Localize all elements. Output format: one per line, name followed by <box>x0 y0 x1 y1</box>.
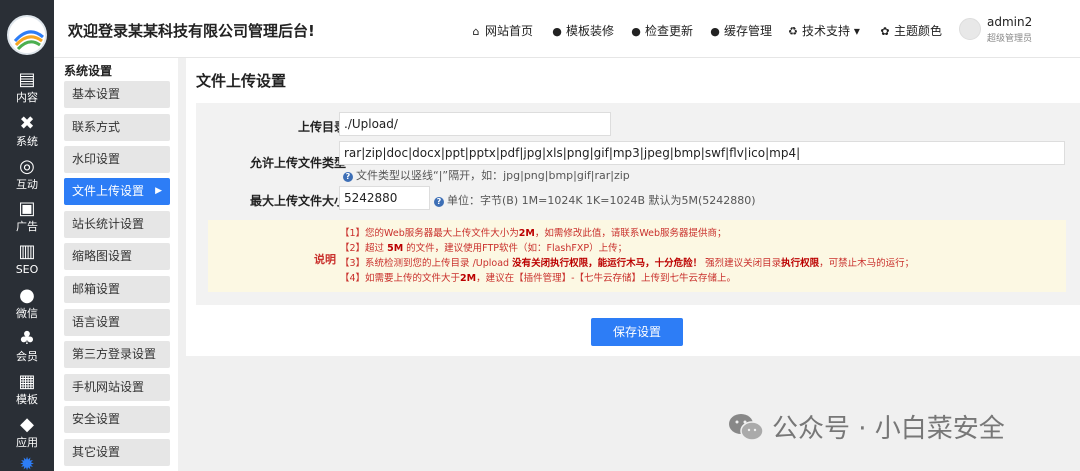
wechat-icon: ● <box>19 285 35 306</box>
avatar[interactable] <box>959 18 981 40</box>
menu-item-security[interactable]: 安全设置 <box>64 406 170 433</box>
logo-icon[interactable] <box>7 15 47 55</box>
template-icon: ▦ <box>18 371 36 392</box>
cache-icon: ● <box>710 25 720 38</box>
top-header: 欢迎登录某某科技有限公司管理后台! ⌂ 网站首页 ● 模板装修 ● 检查更新 ● 缓存管… <box>54 0 1080 58</box>
menu-item-contact[interactable]: 联系方式 <box>64 114 170 141</box>
settings-menu: 系统设置 基本设置 联系方式 水印设置 文件上传设置 ▶ 站长统计设置 缩略图设置… <box>54 58 178 471</box>
menu-item-stats[interactable]: 站长统计设置 <box>64 211 170 238</box>
sidebar-item-ad[interactable]: ▣ 广告 <box>0 199 54 243</box>
member-icon: ♣ <box>18 328 36 349</box>
shirt-icon: ● <box>552 25 562 38</box>
nav-check-update[interactable]: ● 检查更新 <box>630 22 693 39</box>
notice-line-2: 【2】超过 5M 的文件，建议使用FTP软件（如：FlashFXP）上传； <box>340 243 628 254</box>
sidebar-item-seo[interactable]: ▥ SEO <box>0 242 54 286</box>
menu-item-upload[interactable]: 文件上传设置 ▶ <box>64 178 170 205</box>
menu-item-basic[interactable]: 基本设置 <box>64 81 170 108</box>
update-icon: ● <box>631 25 641 38</box>
app-icon: ◆ <box>20 414 34 435</box>
wechat-icon <box>729 414 764 441</box>
user-role: 超级管理员 <box>987 34 1033 44</box>
ad-icon: ▣ <box>18 198 36 219</box>
menu-item-mobile[interactable]: 手机网站设置 <box>64 374 170 401</box>
sidebar-item-app[interactable]: ◆ 应用 <box>0 415 54 459</box>
menu-item-language[interactable]: 语言设置 <box>64 309 170 336</box>
help-icon: ? <box>343 172 353 182</box>
upload-notice: 说明 【1】您的Web服务器最大上传文件大小为2M，如需修改此值，请联系Web服… <box>208 220 1066 292</box>
page-welcome-title: 欢迎登录某某科技有限公司管理后台! <box>68 22 315 40</box>
palette-icon: ✿ <box>880 25 890 38</box>
upload-form: 上传目录 ./Upload/ 允许上传文件类型 rar|zip|doc|docx… <box>196 103 1080 305</box>
notice-label: 说明 <box>314 253 336 266</box>
upload-dir-label: 上传目录 <box>297 120 346 134</box>
file-types-hint: ? 文件类型以竖线“|”隔开，如：jpg|png|bmp|gif|rar|zip <box>343 167 630 183</box>
max-size-input[interactable]: 5242880 <box>339 186 430 210</box>
save-button[interactable]: 保存设置 <box>591 318 683 346</box>
icon-sidebar: ▤ 内容 ✖ 系统 ◎ 互动 ▣ 广告 ▥ SEO ● 微信 ♣ 会员 ▦ 模板… <box>0 0 54 471</box>
file-types-label: 允许上传文件类型 <box>249 156 346 170</box>
notice-line-4: 【4】如需要上传的文件大于2M，建议在【插件管理】-【七牛云存储】上传到七牛云存… <box>340 273 737 284</box>
file-types-input[interactable]: rar|zip|doc|docx|ppt|pptx|pdf|jpg|xls|pn… <box>339 141 1065 165</box>
menu-item-third-login[interactable]: 第三方登录设置 <box>64 341 170 368</box>
nav-template[interactable]: ● 模板装修 <box>551 22 614 39</box>
sidebar-item-settings[interactable]: ✹ <box>0 455 54 471</box>
menu-item-other[interactable]: 其它设置 <box>64 439 170 466</box>
sidebar-item-member[interactable]: ♣ 会员 <box>0 329 54 373</box>
support-icon: ♻ <box>788 25 798 38</box>
user-name[interactable]: admin2 <box>987 15 1032 29</box>
nav-theme-color[interactable]: ✿ 主题颜色 <box>879 22 942 39</box>
max-size-hint: ? 单位：字节(B) 1M=1024K 1K=1024B 默认为5M(524288… <box>434 192 756 208</box>
menu-item-thumbnail[interactable]: 缩略图设置 <box>64 243 170 270</box>
notice-line-1: 【1】您的Web服务器最大上传文件大小为2M，如需修改此值，请联系Web服务器提… <box>340 228 727 239</box>
main-content: 文件上传设置 上传目录 ./Upload/ 允许上传文件类型 rar|zip|d… <box>186 58 1080 356</box>
content-icon: ▤ <box>18 69 36 90</box>
upload-dir-input[interactable]: ./Upload/ <box>339 112 611 136</box>
caret-right-icon: ▶ <box>155 186 162 196</box>
sidebar-item-interaction[interactable]: ◎ 互动 <box>0 157 54 201</box>
nav-support[interactable]: ♻ 技术支持 ▾ <box>787 22 860 39</box>
gear-icon: ✹ <box>19 454 35 471</box>
help-icon: ? <box>434 197 444 207</box>
seo-icon: ▥ <box>18 241 36 262</box>
menu-heading: 系统设置 <box>64 64 113 78</box>
page-title: 文件上传设置 <box>196 72 287 90</box>
sidebar-item-wechat[interactable]: ● 微信 <box>0 286 54 330</box>
menu-item-email[interactable]: 邮箱设置 <box>64 276 170 303</box>
nav-cache[interactable]: ● 缓存管理 <box>709 22 772 39</box>
sidebar-item-content[interactable]: ▤ 内容 <box>0 70 54 114</box>
notice-line-3: 【3】系统检测到您的上传目录 /Upload 没有关闭执行权限，能运行木马，十分… <box>340 258 915 269</box>
home-icon: ⌂ <box>472 25 480 38</box>
menu-item-watermark[interactable]: 水印设置 <box>64 146 170 173</box>
nav-home[interactable]: ⌂ 网站首页 <box>470 22 534 39</box>
interaction-icon: ◎ <box>19 156 35 177</box>
tools-icon: ✖ <box>19 113 35 134</box>
watermark-text: 公众号 · 小白菜安全 <box>772 414 1005 444</box>
max-size-label: 最大上传文件大小 <box>249 194 346 208</box>
sidebar-item-template[interactable]: ▦ 模板 <box>0 372 54 416</box>
sidebar-item-system[interactable]: ✖ 系统 <box>0 114 54 158</box>
